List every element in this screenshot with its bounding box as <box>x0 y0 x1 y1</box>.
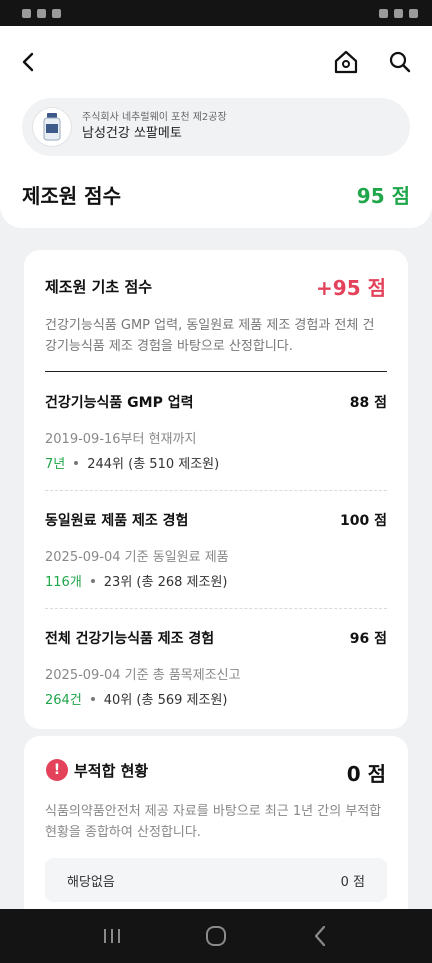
status-icon <box>37 8 46 18</box>
back-arrow-icon <box>314 925 326 947</box>
wifi-icon <box>394 8 403 18</box>
bullet-dot <box>74 460 79 465</box>
incompliance-title: 부적합 현황 <box>74 762 149 780</box>
score-item-total-experience: 전체 건강기능식품 제조 경험 96 점 2025-09-04 기준 총 품목제… <box>45 628 387 708</box>
item-rank-text: 40위 (총 569 제조원) <box>103 693 228 708</box>
basic-score-title: 제조원 기초 점수 <box>45 278 153 296</box>
item-subtitle: 2025-09-04 기준 동일원료 제품 <box>45 550 229 565</box>
item-title: 건강기능식품 GMP 업력 <box>45 395 194 411</box>
basic-score-card: 제조원 기초 점수 +95 점 건강기능식품 GMP 업력, 동일원료 제품 제… <box>24 250 408 729</box>
incompliance-card: ! 부적합 현황 0 점 식품의약품안전처 제공 자료를 바탕으로 최근 1년 … <box>24 736 408 936</box>
warning-icon: ! <box>46 759 68 781</box>
incompliance-score: 0 점 <box>346 762 386 786</box>
item-highlight: 7년 <box>45 457 66 472</box>
status-left <box>22 8 61 18</box>
header-card: 주식회사 네추럴웨이 포천 제2공장 남성건강 쏘팔메토 제조원 점수 95 점 <box>0 26 432 228</box>
home-circle-icon <box>206 926 226 946</box>
recent-apps-button[interactable] <box>97 921 127 951</box>
home-button[interactable] <box>332 48 360 76</box>
item-score: 100 점 <box>340 513 387 529</box>
product-name: 남성건강 쏘팔메토 <box>82 126 182 141</box>
divider <box>45 371 387 372</box>
system-nav-bar <box>0 909 432 963</box>
battery-icon <box>409 8 418 18</box>
chevron-left-icon <box>22 52 34 72</box>
signal-icon <box>379 8 388 18</box>
product-summary[interactable]: 주식회사 네추럴웨이 포천 제2공장 남성건강 쏘팔메토 <box>22 98 410 156</box>
status-icon <box>22 8 31 18</box>
item-rank: 7년 244위 (총 510 제조원) <box>45 453 219 472</box>
home-icon <box>334 50 358 74</box>
search-icon <box>389 51 411 73</box>
status-right <box>379 8 418 18</box>
product-text: 주식회사 네추럴웨이 포천 제2공장 남성건강 쏘팔메토 <box>82 111 227 143</box>
basic-score-value: +95 점 <box>316 276 386 300</box>
basic-score-description: 건강기능식품 GMP 업력, 동일원료 제품 제조 경험과 전체 건강기능식품 … <box>45 318 375 354</box>
incompliance-row: 해당없음 0 점 <box>45 858 387 902</box>
back-system-button[interactable] <box>305 921 335 951</box>
item-rank: 116개 23위 (총 268 제조원) <box>45 571 227 590</box>
item-rank-text: 244위 (총 510 제조원) <box>87 457 220 472</box>
item-rank-text: 23위 (총 268 제조원) <box>103 575 228 590</box>
manufacturer-score-value: 95 점 <box>356 184 410 208</box>
item-highlight: 116개 <box>45 575 82 590</box>
status-bar <box>0 0 432 26</box>
incompliance-description: 식품의약품안전처 제공 자료를 바탕으로 최근 1년 간의 부적합 현황을 종합… <box>45 804 382 840</box>
manufacturer-score-title: 제조원 점수 <box>22 184 121 208</box>
back-button[interactable] <box>14 48 42 76</box>
divider <box>45 490 387 491</box>
item-subtitle: 2025-09-04 기준 총 품목제조신고 <box>45 668 241 683</box>
item-title: 전체 건강기능식품 제조 경험 <box>45 631 215 647</box>
item-subtitle: 2019-09-16부터 현재까지 <box>45 432 197 447</box>
bottle-icon <box>43 113 61 141</box>
incompliance-row-label: 해당없음 <box>67 874 115 890</box>
search-button[interactable] <box>386 48 414 76</box>
item-title: 동일원료 제품 제조 경험 <box>45 513 189 529</box>
bullet-dot <box>90 696 95 701</box>
product-image <box>32 107 72 147</box>
score-item-same-ingredient: 동일원료 제품 제조 경험 100 점 2025-09-04 기준 동일원료 제… <box>45 510 387 590</box>
item-highlight: 264건 <box>45 693 82 708</box>
item-score: 96 점 <box>349 631 387 647</box>
bullet-dot <box>90 578 95 583</box>
status-icon <box>52 8 61 18</box>
recent-apps-icon <box>104 929 120 943</box>
score-item-gmp: 건강기능식품 GMP 업력 88 점 2019-09-16부터 현재까지 7년 … <box>45 392 387 472</box>
divider <box>45 608 387 609</box>
item-score: 88 점 <box>349 395 387 411</box>
company-name: 주식회사 네추럴웨이 포천 제2공장 <box>82 112 227 123</box>
home-system-button[interactable] <box>201 921 231 951</box>
item-rank: 264건 40위 (총 569 제조원) <box>45 689 227 708</box>
incompliance-row-score: 0 점 <box>340 874 365 890</box>
